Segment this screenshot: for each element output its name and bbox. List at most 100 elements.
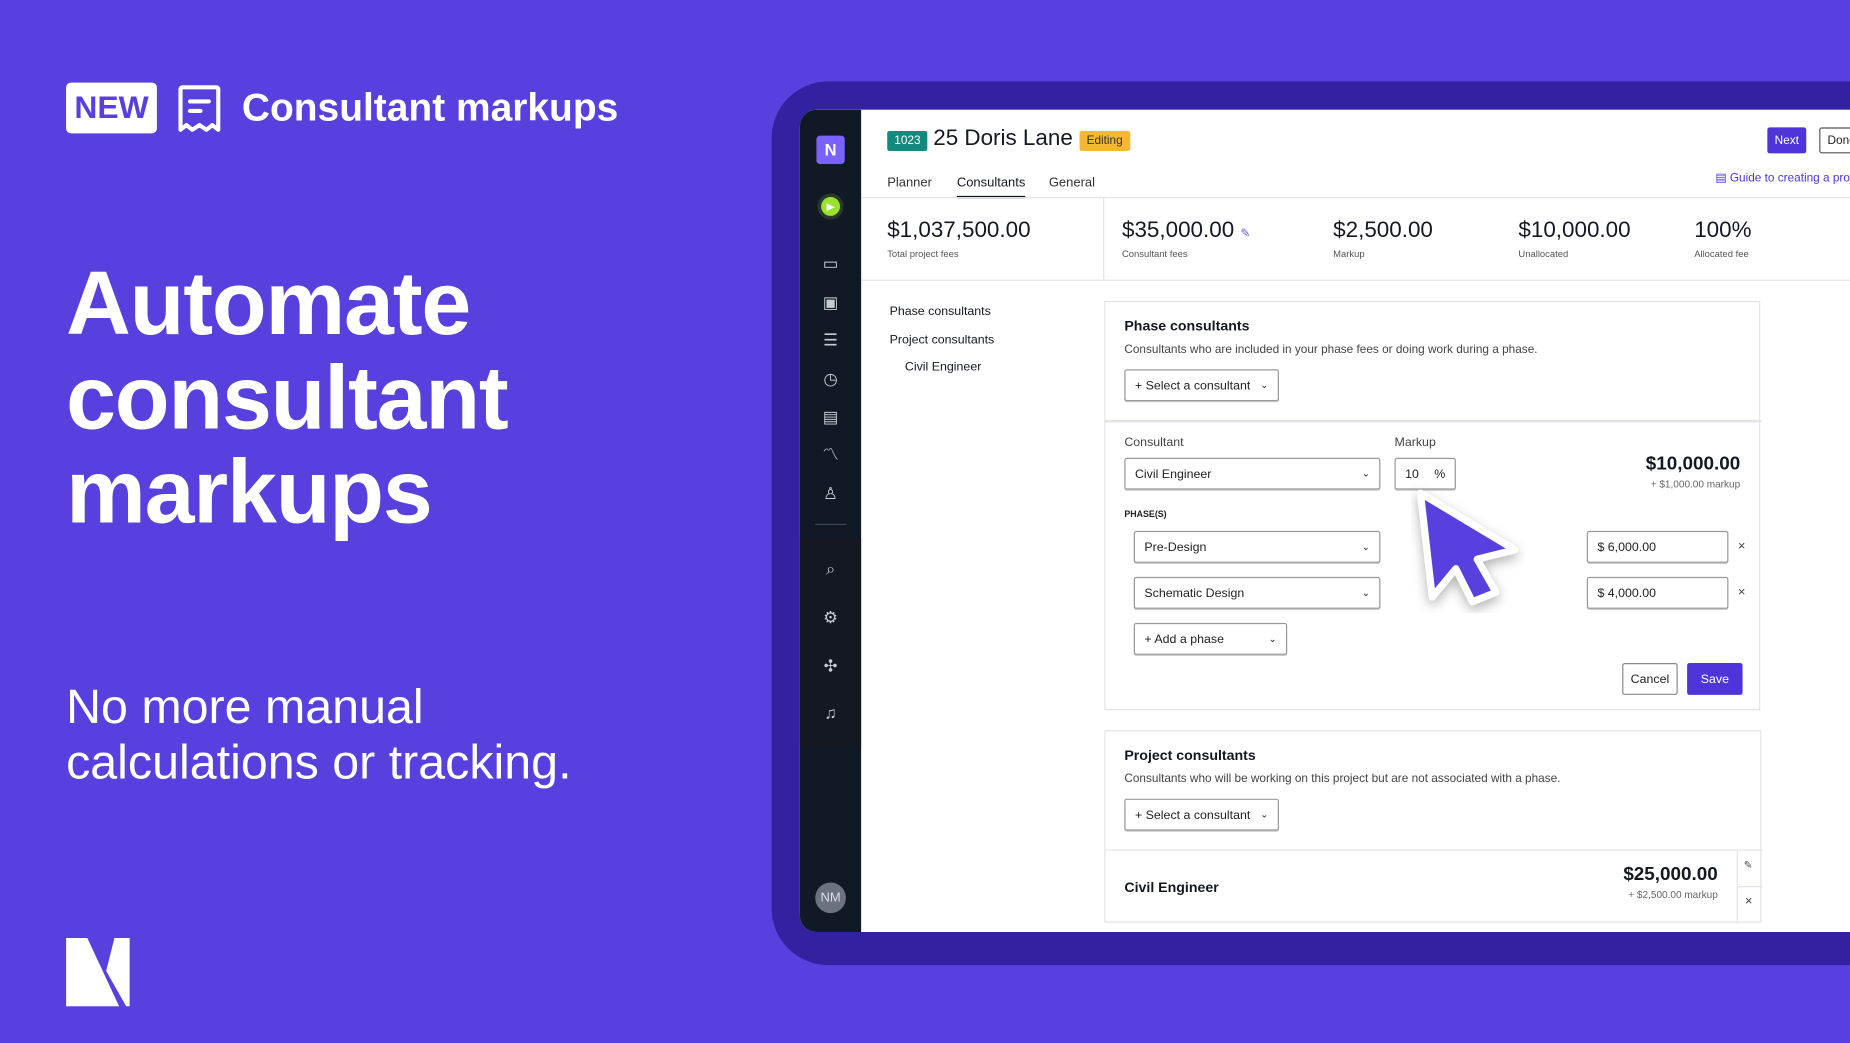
tab-planner[interactable]: Planner <box>887 176 932 190</box>
markup-value: 10 <box>1405 466 1419 481</box>
person-icon[interactable]: ♙ <box>819 481 843 505</box>
subtext: No more manual calculations or tracking. <box>66 680 571 791</box>
consultant-total: $10,000.00 <box>1645 454 1741 475</box>
close-icon[interactable]: × <box>1745 894 1753 908</box>
phase-amount-input[interactable]: $ 4,000.00 <box>1586 576 1729 609</box>
feature-title: Consultant markups <box>241 84 619 129</box>
consultant-dropdown[interactable]: Civil Engineer ⌄ <box>1124 457 1381 490</box>
phases-label: PHASE(S) <box>1124 508 1167 520</box>
chevron-down-icon: ⌄ <box>1260 379 1269 391</box>
project-consultants-card: Project consultants Consultants who will… <box>1104 730 1763 924</box>
stat-value: $2,500.00 <box>1333 218 1433 244</box>
consultant-row-name: Civil Engineer <box>1124 878 1219 896</box>
cursor-icon <box>1416 489 1519 606</box>
board-icon[interactable]: ▣ <box>819 290 843 314</box>
remove-phase-icon[interactable]: × <box>1738 585 1746 599</box>
nav-civil-engineer[interactable]: Civil Engineer <box>905 360 981 374</box>
clock-icon[interactable]: ◷ <box>819 367 843 391</box>
stat-markup: $2,500.00 Markup <box>1333 218 1433 259</box>
new-badge: NEW <box>66 82 157 134</box>
subtext-line: No more manual <box>66 679 424 734</box>
select-consultant-dropdown[interactable]: + Select a consultant ⌄ <box>1124 798 1279 831</box>
consultant-row-markup: + $2,500.00 markup <box>1628 888 1718 901</box>
help-icon[interactable]: ✣ <box>819 654 843 678</box>
stat-allocated: 100% Allocated fee <box>1694 218 1751 259</box>
done-button[interactable]: Done <box>1819 127 1850 154</box>
search-icon[interactable]: ⌕ <box>819 557 843 581</box>
remove-phase-icon[interactable]: × <box>1738 539 1746 553</box>
percent-unit: % <box>1434 466 1446 481</box>
edit-icon[interactable]: ✎ <box>1240 228 1250 241</box>
tab-consultants[interactable]: Consultants <box>956 176 1026 199</box>
sidebar-divider <box>815 523 846 526</box>
stat-label: Allocated fee <box>1694 248 1749 260</box>
consultant-label: Consultant <box>1124 435 1184 450</box>
dropdown-label: + Select a consultant <box>1134 378 1251 393</box>
headline-line: markups <box>66 442 433 543</box>
phase-dropdown[interactable]: Schematic Design ⌄ <box>1133 576 1381 609</box>
book-icon: ▤ <box>1715 172 1730 186</box>
divider <box>1105 420 1762 423</box>
stat-label: Markup <box>1333 248 1365 260</box>
invoice-icon[interactable]: ▤ <box>819 405 843 429</box>
nav-project-consultants[interactable]: Project consultants <box>890 333 995 347</box>
card-description: Consultants who are included in your pha… <box>1124 343 1538 357</box>
stat-value: $1,037,500.00 <box>887 218 1031 244</box>
stat-value: 100% <box>1694 218 1752 244</box>
stat-consultant-fees: $35,000.00 ✎ Consultant fees <box>1122 218 1250 259</box>
divider <box>1105 849 1763 851</box>
stat-value: $35,000.00 <box>1121 218 1235 244</box>
nav-phase-consultants[interactable]: Phase consultants <box>890 304 991 318</box>
gantt-icon[interactable]: ☰ <box>819 328 843 352</box>
stat-label: Total project fees <box>887 248 959 260</box>
select-consultant-dropdown[interactable]: + Select a consultant ⌄ <box>1124 369 1279 402</box>
monitor-icon[interactable]: ▭ <box>819 251 843 275</box>
page-title: 25 Doris Lane <box>933 126 1073 152</box>
tab-general[interactable]: General <box>1049 176 1095 190</box>
markup-label: Markup <box>1394 435 1436 450</box>
receipt-icon <box>178 85 221 132</box>
headline-line: Automate <box>66 253 471 354</box>
subtext-line: calculations or tracking. <box>66 735 572 790</box>
bell-icon[interactable]: ♫ <box>819 701 843 725</box>
chevron-down-icon: ⌄ <box>1260 809 1269 820</box>
add-phase-dropdown[interactable]: + Add a phase ⌄ <box>1133 622 1288 655</box>
divider <box>1103 198 1105 280</box>
chevron-down-icon: ⌄ <box>1361 541 1370 553</box>
cancel-button[interactable]: Cancel <box>1622 663 1678 695</box>
avatar[interactable]: NM <box>815 882 846 914</box>
consultant-row-total: $25,000.00 <box>1623 864 1718 885</box>
main-content: 1023 25 Doris Lane Editing Next Done Pla… <box>861 109 1850 933</box>
phase-amount-input[interactable]: $ 6,000.00 <box>1586 530 1729 563</box>
card-title: Phase consultants <box>1124 317 1250 334</box>
dropdown-label: Pre-Design <box>1144 539 1207 554</box>
edit-icon[interactable]: ✎ <box>1744 859 1753 872</box>
divider <box>1737 886 1763 888</box>
project-number: 1023 <box>887 130 928 152</box>
stat-label: Consultant fees <box>1121 248 1188 260</box>
next-button[interactable]: Next <box>1767 127 1807 154</box>
stat-label: Unallocated <box>1518 248 1569 260</box>
brand-logo <box>66 937 130 1007</box>
chevron-down-icon: ⌄ <box>1268 633 1277 645</box>
logo-icon[interactable]: N <box>816 135 845 164</box>
stat-total-fees: $1,037,500.00 Total project fees <box>887 218 1030 259</box>
chevron-down-icon: ⌄ <box>1361 587 1370 599</box>
stat-value: $10,000.00 <box>1518 218 1631 244</box>
markup-note: + $1,000.00 markup <box>1650 477 1741 490</box>
gear-icon[interactable]: ⚙ <box>819 605 843 629</box>
divider <box>861 279 1850 281</box>
dropdown-label: + Add a phase <box>1144 631 1224 646</box>
stat-unallocated: $10,000.00 Unallocated <box>1518 218 1630 259</box>
dropdown-label: Schematic Design <box>1144 585 1245 600</box>
headline: Automate consultant markups <box>66 253 509 543</box>
chart-icon[interactable]: 〽 <box>819 442 843 466</box>
headline-line: consultant <box>66 348 509 449</box>
chevron-down-icon: ⌄ <box>1361 468 1370 479</box>
timer-play-icon[interactable]: ▶ <box>817 193 844 220</box>
guide-link-label: Guide to creating a project <box>1729 172 1850 186</box>
save-button[interactable]: Save <box>1687 663 1743 695</box>
phase-dropdown[interactable]: Pre-Design ⌄ <box>1133 530 1381 563</box>
status-badge: Editing <box>1079 130 1130 152</box>
guide-link[interactable]: ▤ Guide to creating a project <box>1715 172 1850 185</box>
